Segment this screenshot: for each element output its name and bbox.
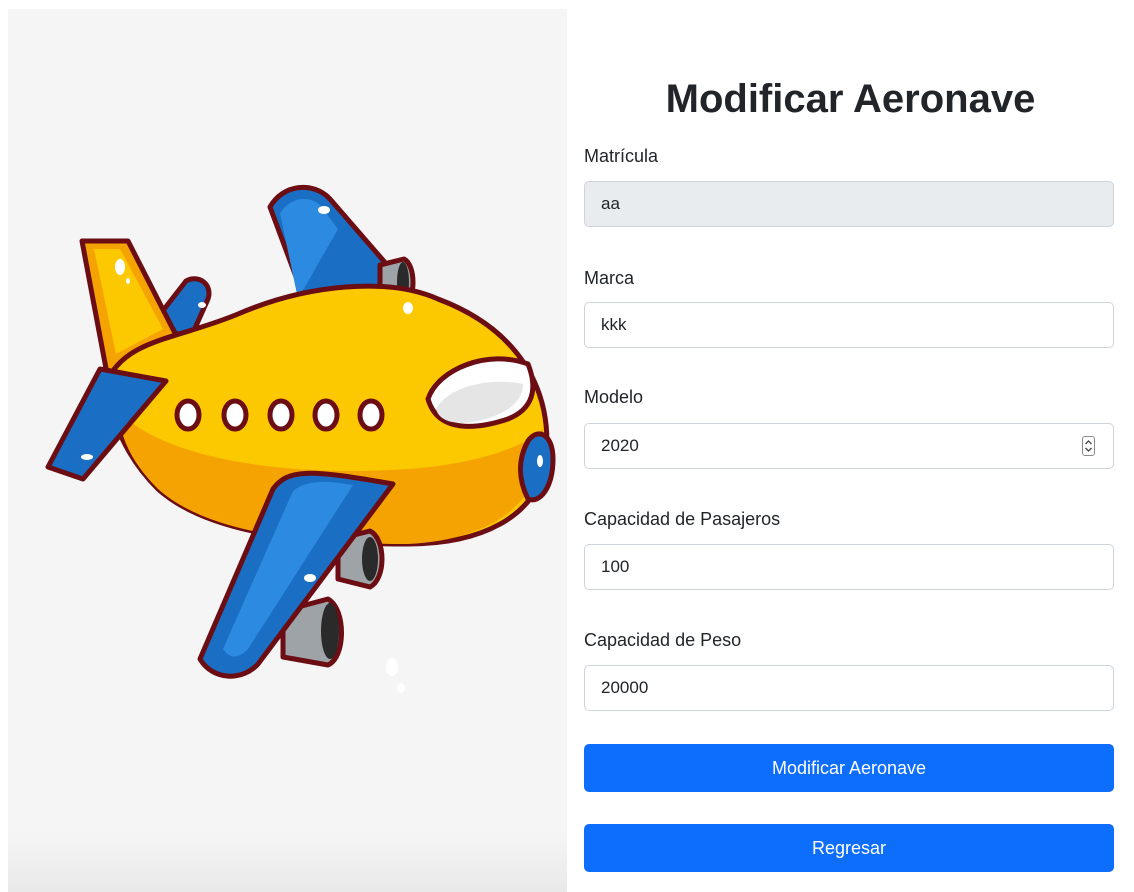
modelo-value: 2020 bbox=[601, 436, 639, 455]
capacidad-peso-field[interactable]: 20000 bbox=[584, 665, 1114, 711]
number-spinner-icon[interactable] bbox=[1082, 436, 1095, 456]
matricula-value: aa bbox=[601, 194, 620, 213]
form-panel: Modificar Aeronave Matrícula aa Marca kk… bbox=[567, 9, 1134, 892]
modelo-label: Modelo bbox=[584, 387, 644, 407]
capacidad-peso-label: Capacidad de Peso bbox=[584, 630, 742, 650]
matricula-field[interactable]: aa bbox=[584, 181, 1114, 227]
illustration-panel bbox=[8, 9, 567, 892]
modificar-aeronave-button[interactable]: Modificar Aeronave bbox=[584, 744, 1114, 792]
capacidad-pasajeros-value: 100 bbox=[601, 557, 630, 576]
page-title: Modificar Aeronave bbox=[665, 77, 1036, 121]
regresar-button[interactable]: Regresar bbox=[584, 824, 1114, 872]
capacidad-pasajeros-field[interactable]: 100 bbox=[584, 544, 1114, 590]
marca-field[interactable]: kkk bbox=[584, 302, 1114, 348]
marca-label: Marca bbox=[584, 268, 635, 288]
panel-bottom-shadow bbox=[8, 832, 567, 892]
page: Modificar Aeronave Matrícula aa Marca kk… bbox=[0, 0, 1134, 892]
airplane-illustration bbox=[45, 184, 556, 693]
capacidad-pasajeros-label: Capacidad de Pasajeros bbox=[584, 509, 781, 529]
matricula-label: Matrícula bbox=[584, 146, 659, 166]
marca-value: kkk bbox=[601, 315, 627, 334]
modelo-field[interactable]: 2020 bbox=[584, 423, 1114, 469]
capacidad-peso-value: 20000 bbox=[601, 678, 649, 697]
